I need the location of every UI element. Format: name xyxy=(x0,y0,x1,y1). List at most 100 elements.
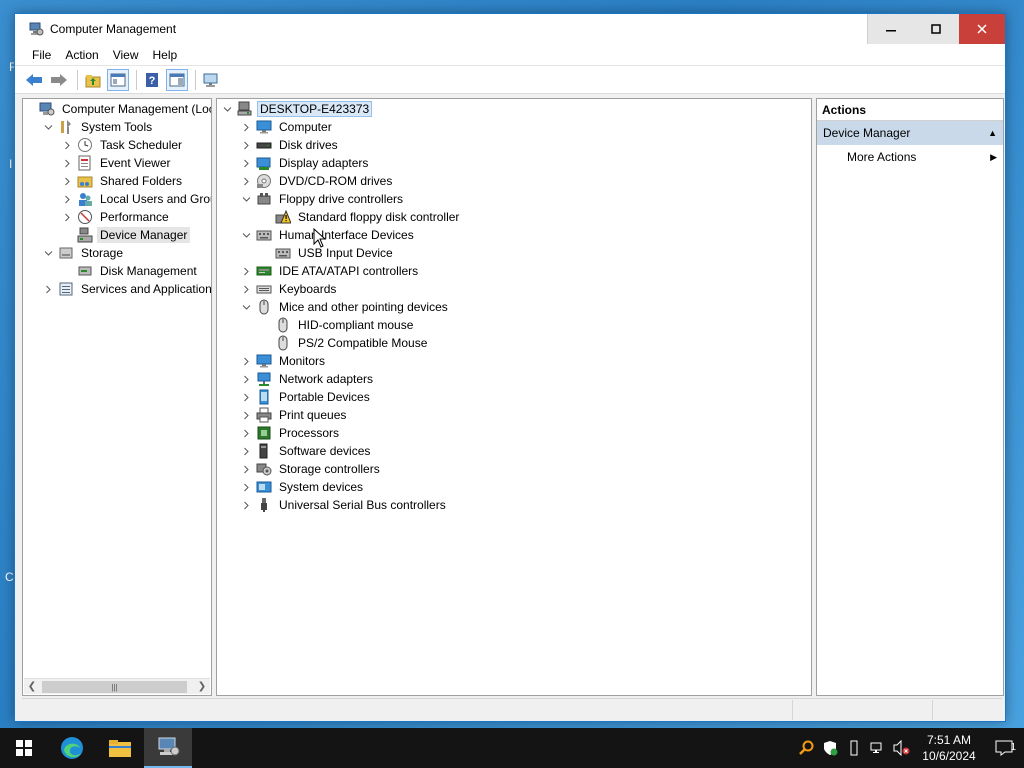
search-tray-icon[interactable] xyxy=(794,728,818,768)
device-tree-item[interactable]: Computer xyxy=(240,118,335,136)
device-tree-item[interactable]: Universal Serial Bus controllers xyxy=(240,496,449,514)
chevron-right-icon[interactable] xyxy=(240,478,252,496)
maximize-button[interactable] xyxy=(913,14,959,44)
device-tree-item[interactable]: Disk drives xyxy=(240,136,341,154)
menu-action[interactable]: Action xyxy=(58,48,105,62)
chevron-right-icon[interactable] xyxy=(240,172,252,190)
device-tree-item[interactable]: Print queues xyxy=(240,406,349,424)
device-tree-item[interactable]: PS/2 Compatible Mouse xyxy=(259,334,430,352)
chevron-right-icon[interactable] xyxy=(61,190,73,208)
menu-file[interactable]: File xyxy=(25,48,58,62)
computer-management-taskbar-button[interactable] xyxy=(144,728,192,768)
console-tree-pane[interactable]: Computer Management (Local System Tools Ta… xyxy=(22,98,212,696)
device-tree-item[interactable]: Portable Devices xyxy=(240,388,373,406)
show-hide-action-pane-button[interactable] xyxy=(166,68,188,91)
network-tray-icon[interactable] xyxy=(866,728,890,768)
close-button[interactable] xyxy=(959,14,1005,44)
show-hide-console-tree-button[interactable] xyxy=(107,68,129,91)
chevron-right-icon[interactable] xyxy=(240,370,252,388)
console-tree-item[interactable]: Event Viewer xyxy=(61,154,173,172)
chevron-right-icon[interactable] xyxy=(240,424,252,442)
console-tree-item[interactable]: Services and Applications xyxy=(42,280,211,298)
device-tree-item[interactable]: Processors xyxy=(240,424,342,442)
security-tray-icon[interactable] xyxy=(818,728,842,768)
minimize-button[interactable] xyxy=(867,14,913,44)
usb-tray-icon[interactable] xyxy=(842,728,866,768)
device-tree-item[interactable]: Storage controllers xyxy=(240,460,383,478)
chevron-right-icon[interactable] xyxy=(240,388,252,406)
menu-view[interactable]: View xyxy=(106,48,146,62)
console-tree-item[interactable]: Disk Management xyxy=(61,262,200,280)
edge-taskbar-button[interactable] xyxy=(48,728,96,768)
chevron-down-icon[interactable] xyxy=(240,298,252,316)
scroll-left-arrow-icon[interactable]: ❮ xyxy=(24,679,40,695)
chevron-right-icon[interactable] xyxy=(240,154,252,172)
console-tree-item[interactable]: Local Users and Groups xyxy=(61,190,211,208)
chevron-right-icon[interactable] xyxy=(61,172,73,190)
menu-help[interactable]: Help xyxy=(146,48,185,62)
chevron-right-icon[interactable] xyxy=(240,496,252,514)
device-tree-item[interactable]: System devices xyxy=(240,478,366,496)
chevron-right-icon[interactable] xyxy=(240,460,252,478)
device-tree-pane[interactable]: DESKTOP-E423373 Computer Disk drives Displa… xyxy=(216,98,812,696)
scrollbar-thumb[interactable]: ||| xyxy=(42,681,187,693)
chevron-right-icon[interactable] xyxy=(61,154,73,172)
chevron-right-icon[interactable] xyxy=(240,352,252,370)
chevron-down-icon[interactable] xyxy=(42,118,54,136)
device-tree-item[interactable]: Standard floppy disk controller xyxy=(259,208,462,226)
device-tree-item[interactable]: Mice and other pointing devices xyxy=(240,298,451,316)
help-button[interactable]: ? xyxy=(141,69,163,91)
forward-button[interactable] xyxy=(48,69,70,91)
collapse-caret-icon[interactable]: ▲ xyxy=(988,128,997,138)
device-tree-item[interactable]: Network adapters xyxy=(240,370,376,388)
start-button[interactable] xyxy=(0,728,48,768)
back-button[interactable] xyxy=(23,69,45,91)
console-tree-item[interactable]: Computer Management (Local xyxy=(23,100,211,118)
chevron-right-icon[interactable] xyxy=(42,280,54,298)
actions-section-device-manager[interactable]: Device Manager ▲ xyxy=(817,121,1003,145)
console-tree-item[interactable]: Device Manager xyxy=(61,226,191,244)
device-tree-item[interactable]: HID-compliant mouse xyxy=(259,316,416,334)
notification-center-button[interactable]: 1 xyxy=(984,728,1024,768)
up-one-level-button[interactable] xyxy=(82,69,104,91)
device-tree-item[interactable]: DVD/CD-ROM drives xyxy=(240,172,395,190)
chevron-right-icon[interactable] xyxy=(240,136,252,154)
file-explorer-taskbar-button[interactable] xyxy=(96,728,144,768)
console-tree-item[interactable]: Shared Folders xyxy=(61,172,185,190)
console-tree-item[interactable]: Storage xyxy=(42,244,126,262)
more-actions-item[interactable]: More Actions ▶ xyxy=(817,145,1003,169)
taskbar: 7:51 AM 10/6/2024 1 xyxy=(0,728,1024,768)
device-tree-item-label: DVD/CD-ROM drives xyxy=(279,174,393,188)
device-tree-item[interactable]: USB Input Device xyxy=(259,244,396,262)
device-tree-item[interactable]: Human Interface Devices xyxy=(240,226,417,244)
computer-management-icon xyxy=(158,737,180,756)
horizontal-scrollbar[interactable]: ❮ ||| ❯ xyxy=(24,678,210,694)
device-tree-item[interactable]: Monitors xyxy=(240,352,328,370)
scan-hardware-button[interactable] xyxy=(200,69,222,91)
volume-tray-icon[interactable] xyxy=(890,728,914,768)
title-bar[interactable]: Computer Management xyxy=(15,14,1005,44)
chevron-down-icon[interactable] xyxy=(240,190,252,208)
device-tree-item[interactable]: Floppy drive controllers xyxy=(240,190,406,208)
chevron-right-icon[interactable] xyxy=(240,262,252,280)
chevron-right-icon[interactable] xyxy=(240,442,252,460)
device-tree-item[interactable]: Software devices xyxy=(240,442,373,460)
chevron-right-icon[interactable] xyxy=(61,136,73,154)
chevron-right-icon[interactable] xyxy=(240,280,252,298)
chevron-down-icon[interactable] xyxy=(240,226,252,244)
scroll-right-arrow-icon[interactable]: ❯ xyxy=(194,679,210,695)
console-tree-item[interactable]: Performance xyxy=(61,208,172,226)
chevron-right-icon[interactable] xyxy=(240,406,252,424)
chevron-right-icon[interactable] xyxy=(61,208,73,226)
chevron-down-icon[interactable] xyxy=(221,100,233,118)
device-tree-item[interactable]: Keyboards xyxy=(240,280,339,298)
console-tree-item[interactable]: Task Scheduler xyxy=(61,136,185,154)
chevron-down-icon[interactable] xyxy=(42,244,54,262)
taskbar-clock[interactable]: 7:51 AM 10/6/2024 xyxy=(914,732,984,764)
device-tree-item-label: HID-compliant mouse xyxy=(298,318,414,332)
device-tree-item[interactable]: Display adapters xyxy=(240,154,371,172)
chevron-right-icon[interactable] xyxy=(240,118,252,136)
device-tree-item[interactable]: IDE ATA/ATAPI controllers xyxy=(240,262,421,280)
device-tree-item[interactable]: DESKTOP-E423373 xyxy=(221,100,373,118)
console-tree-item[interactable]: System Tools xyxy=(42,118,155,136)
